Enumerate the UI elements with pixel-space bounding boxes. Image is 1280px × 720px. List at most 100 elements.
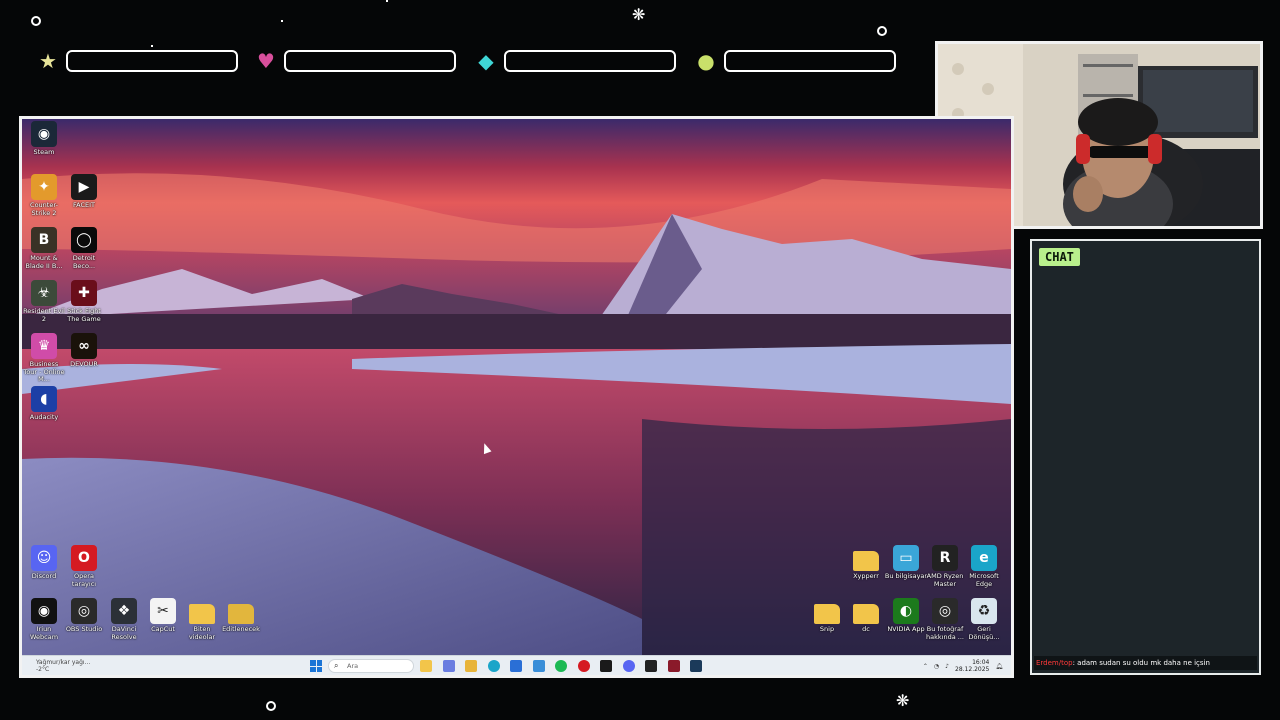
desktop-icon-label: Xypperr [853,572,879,580]
taskbar-outlook-icon[interactable] [532,660,545,672]
desktop-icon[interactable]: Editlenecek [219,598,263,634]
faceit-icon: ▶ [71,174,97,200]
notification-bell-icon[interactable]: 🔔︎ [995,663,1003,670]
chat-panel: CHAT Erdem/top: adam sudan su oldu mk da… [1030,239,1261,675]
desktop-icon-label: Iriun Webcam [29,625,59,641]
sparkle-dot-icon [281,20,283,22]
system-tray: ⌃ ◔ ♪ 16:04 28.12.2025 🔔︎ [923,659,1003,673]
stream-overlay: ❋ ❋ ★ ♥ ◆ ● CHAT Erdem/top: adam sudan s… [0,0,1280,720]
desktop-icon-label: DaVinci Resolve [111,625,137,641]
resident-evil-icon: ☣ [31,280,57,306]
desktop-icon[interactable]: Biten videolar [180,598,224,641]
desktop-icon-label: Steam [33,148,55,156]
stat-bar-track [504,50,676,72]
taskbar: Yağmur/kar yağı... -2°C ⌕ Ara ⌃ ◔ ♪ 16:0… [22,655,1011,675]
chat-message-text: : adam sudan su oldu mk daha ne içsin [1072,659,1210,667]
taskbar-edge-icon[interactable] [487,660,500,672]
volume-icon[interactable]: ♪ [945,663,949,670]
desktop-icon[interactable]: ◯ Detroit Beco... [62,227,106,270]
weather-widget[interactable]: Yağmur/kar yağı... -2°C [36,659,90,673]
taskbar-steam-icon[interactable] [690,660,702,672]
folder-images-icon [228,604,254,624]
desktop-icon[interactable]: ◉ Iriun Webcam [22,598,66,641]
sparkle-dot-icon [151,45,153,47]
taskbar-store-icon[interactable] [510,660,522,672]
taskbar-clock[interactable]: 16:04 28.12.2025 [955,659,989,673]
desktop-icon[interactable]: ✚ Stick Fight The Game [62,280,106,323]
desktop-icon[interactable]: ♛ Business Tour - Online M... [22,333,66,384]
taskbar-spotify-icon[interactable] [555,660,567,672]
desktop-icon-label: Detroit Beco... [72,254,96,270]
coin-icon: ● [697,49,715,73]
desktop-icon[interactable]: dc [844,598,888,634]
taskbar-capcut-icon[interactable] [645,660,657,672]
desktop-icon-label: Bu bilgisayar [884,572,928,580]
taskbar-search[interactable]: ⌕ Ara [328,659,414,673]
capcut-icon: ✂ [150,598,176,624]
desktop-icon[interactable]: ☣ Resident Evil 2 [22,280,66,323]
desktop-icon[interactable]: R AMD Ryzen Master [923,545,967,588]
stat-bar: ● [694,49,896,73]
desktop-icon-label: Snip [819,625,835,633]
desktop-icon[interactable]: ◐ NVIDIA App [884,598,928,634]
taskbar-copilot-icon[interactable] [442,660,455,672]
taskbar-discord-icon[interactable] [622,660,635,672]
desktop-icon[interactable]: ◖ Audacity [22,386,66,422]
desktop-icon[interactable]: ▶ FACEIT [62,174,106,210]
sparkle-ring-icon [877,26,887,36]
tray-chevron-icon[interactable]: ⌃ [923,663,928,670]
desktop-icon[interactable]: ◎ Bu fotoğraf hakkında ... [923,598,967,641]
stat-bar: ★ [36,49,238,73]
desktop-icon-label: Resident Evil 2 [23,307,65,323]
desktop-icon-label: Editlenecek [222,625,260,633]
audacity-icon: ◖ [31,386,57,412]
desktop-icon[interactable]: B Mount & Blade II B... [22,227,66,270]
counter-strike-icon: ✦ [31,174,57,200]
taskbar-file-explorer-icon[interactable] [420,660,432,672]
desktop-icon-label: Discord [31,572,57,580]
clock-date: 28.12.2025 [955,666,990,673]
iriun-webcam-icon: ◉ [31,598,57,624]
windows-start-icon[interactable] [310,660,322,672]
desktop-icon[interactable]: ♻ Geri Dönüşü... [962,598,1006,641]
chat-message: Erdem/top: adam sudan su oldu mk daha ne… [1034,656,1257,670]
desktop-icon[interactable]: ▭ Bu bilgisayar [884,545,928,581]
stat-bar-track [284,50,456,72]
desktop-icon-label: Stick Fight The Game [67,307,101,323]
taskbar-folder-icon[interactable] [465,660,477,672]
folder-icon [189,604,215,624]
recycle-bin-icon: ♻ [971,598,997,624]
desktop-icon[interactable]: Xypperr [844,545,888,581]
desktop-icon[interactable]: Snip [805,598,849,634]
wifi-icon[interactable]: ◔ [934,663,939,670]
diamond-icon: ◆ [478,49,494,73]
snowflake-icon: ❋ [632,5,646,24]
desktop-icon[interactable]: ∞ DEVOUR [62,333,106,369]
desktop-icon[interactable]: ❖ DaVinci Resolve [102,598,146,641]
obs-icon: ◎ [71,598,97,624]
desktop-icon[interactable]: ◎ OBS Studio [62,598,106,634]
desktop-icon[interactable]: e Microsoft Edge [962,545,1006,588]
desktop-icon[interactable]: ✦ Counter-Strike 2 [22,174,66,217]
taskbar-opera-icon[interactable] [577,660,590,672]
stat-bar-track [66,50,238,72]
desktop-icon[interactable]: ◉ Steam [22,121,66,157]
discord-icon: ☺ [31,545,57,571]
desktop-icon[interactable]: O Opera tarayıcı [62,545,106,588]
clock-time: 16:04 [972,659,990,666]
edge-icon: e [971,545,997,571]
davinci-icon: ❖ [111,598,137,624]
desktop-icon[interactable]: ☺ Discord [22,545,66,581]
taskbar-stick-fight-icon[interactable] [667,660,680,672]
weather-text: Yağmur/kar yağı... [36,659,91,666]
heart-icon: ♥ [257,49,275,73]
folder-icon [853,604,879,624]
desktop-icon-label: dc [862,625,870,633]
desktop-icon[interactable]: ✂ CapCut [141,598,185,634]
stat-bar-track [724,50,896,72]
opera-icon: O [71,545,97,571]
sparkle-dot-icon [386,0,388,2]
desktop-icon-label: CapCut [151,625,175,633]
desktop-capture: ◉ Steam ✦ Counter-Strike 2 ▶ FACEIT B Mount & B… [19,116,1014,678]
taskbar-faceit-icon[interactable] [600,660,612,672]
